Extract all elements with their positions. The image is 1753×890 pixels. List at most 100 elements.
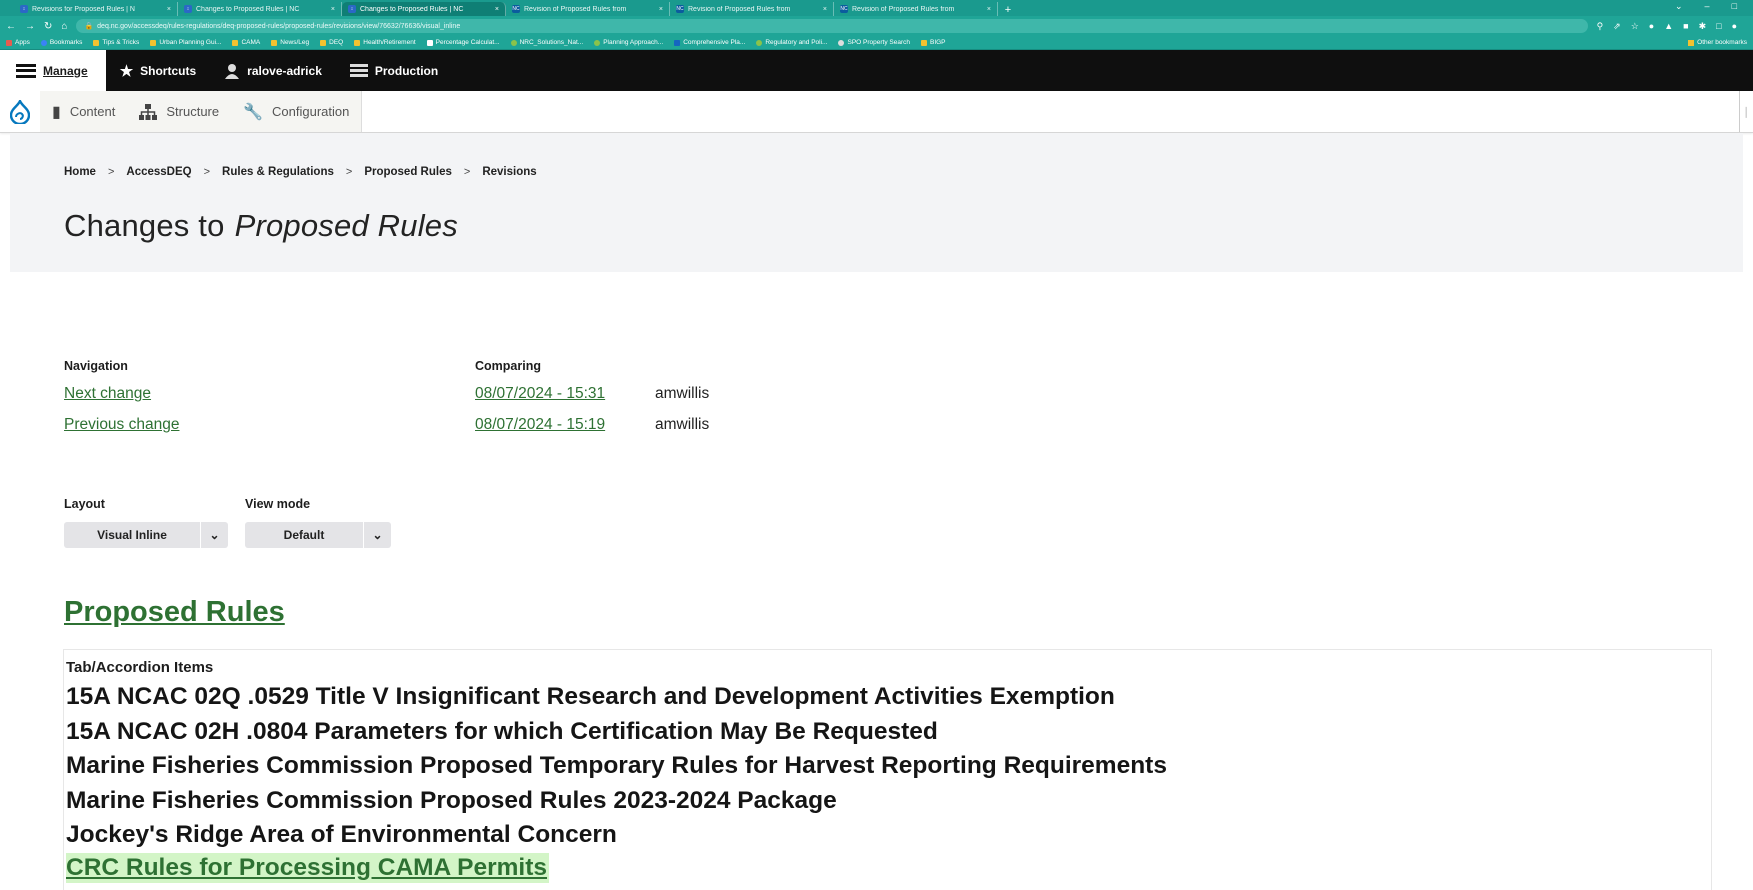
bookmark-folder[interactable]: BIGP	[920, 39, 946, 46]
tab-title: Revision of Proposed Rules from	[688, 5, 791, 13]
drupal-logo[interactable]	[0, 91, 40, 132]
node-title-link[interactable]: Proposed Rules	[64, 596, 285, 629]
url-text[interactable]: deq.nc.gov/accessdeq/rules-regulations/d…	[97, 23, 460, 30]
comparing-label: Comparing	[475, 359, 541, 373]
bookmark-item[interactable]: Regulatory and Poli...	[756, 39, 827, 46]
tray-item-label: Configuration	[272, 104, 350, 119]
sidebar-icon[interactable]: □	[1716, 21, 1721, 32]
folder-icon	[354, 39, 361, 46]
tab-title: Changes to Proposed Rules | NC	[360, 5, 464, 13]
accordion-item-added[interactable]: CRC Rules for Processing CAMA Permits	[66, 852, 550, 883]
view-mode-select[interactable]: Default ⌄	[245, 522, 391, 548]
tab-favicon: ↕	[184, 5, 192, 13]
folder-icon	[1688, 39, 1695, 46]
previous-change-link[interactable]: Previous change	[64, 416, 179, 434]
accordion-item: Marine Fisheries Commission Proposed Rul…	[66, 786, 837, 814]
document-icon: ▮	[52, 103, 61, 121]
bookmark-item[interactable]: SPO Property Search	[838, 39, 910, 46]
environment-button[interactable]: Production	[336, 50, 452, 91]
bookmark-folder[interactable]: DEQ	[320, 39, 343, 46]
bookmark-item[interactable]: NRC_Solutions_Nat...	[510, 39, 583, 46]
puzzle-icon[interactable]: ✱	[1699, 21, 1707, 32]
sigma-icon	[426, 39, 433, 46]
tray-item-configuration[interactable]: 🔧 Configuration	[231, 91, 361, 132]
bookmark-item[interactable]: Comprehensive Pla...	[674, 39, 745, 46]
layout-select[interactable]: Visual Inline ⌄	[64, 522, 228, 548]
window-controls: ⌄ – □	[1675, 1, 1737, 12]
tray-item-content[interactable]: ▮ Content	[40, 91, 127, 132]
profile-avatar-icon[interactable]: ●	[1732, 21, 1737, 32]
back-icon[interactable]: ←	[6, 21, 16, 32]
browser-tab[interactable]: ↕ Changes to Proposed Rules | NC ×	[178, 2, 342, 16]
tray-item-structure[interactable]: Structure	[127, 91, 231, 132]
browser-tab-active[interactable]: ↕ Changes to Proposed Rules | NC ×	[342, 2, 506, 16]
page-title-node: Proposed Rules	[234, 208, 458, 243]
tab-close-icon[interactable]: ×	[823, 6, 827, 13]
breadcrumb-rules-regulations[interactable]: Rules & Regulations	[222, 166, 334, 178]
revision-date-link[interactable]: 08/07/2024 - 15:19	[475, 416, 605, 434]
breadcrumb-separator: >	[345, 166, 353, 178]
user-name: ralove-adrick	[247, 63, 322, 78]
new-tab-button[interactable]: +	[1000, 4, 1016, 16]
bookmark-apps[interactable]: Apps	[6, 39, 30, 46]
page-icon	[674, 39, 681, 46]
tray-orientation-toggle[interactable]: │	[1739, 91, 1753, 132]
leaf-icon	[756, 39, 763, 46]
folder-icon	[150, 39, 157, 46]
extension-icon[interactable]: ■	[1683, 21, 1688, 32]
revision-date-link[interactable]: 08/07/2024 - 15:31	[475, 385, 605, 403]
apps-icon	[6, 39, 12, 46]
chevron-down-icon: ⌄	[200, 522, 228, 548]
leaf-icon	[594, 39, 601, 46]
bookmark-folder[interactable]: News/Leg	[271, 39, 309, 46]
extension-icon[interactable]: ●	[1649, 21, 1654, 32]
browser-tab[interactable]: ↕ Revisions for Proposed Rules | N ×	[14, 2, 178, 16]
tab-close-icon[interactable]: ×	[167, 6, 171, 13]
tab-close-icon[interactable]: ×	[495, 6, 499, 13]
leaf-icon	[510, 39, 517, 46]
browser-tab[interactable]: NC Revision of Proposed Rules from ×	[834, 2, 998, 16]
server-icon	[349, 63, 368, 77]
extension-icon[interactable]: ▲	[1664, 21, 1673, 32]
bookmark-item[interactable]: Percentage Calculat...	[426, 39, 500, 46]
bookmark-folder[interactable]: Urban Planning Gui...	[150, 39, 221, 46]
manage-menu-button[interactable]: Manage	[0, 50, 106, 91]
bookmark-item[interactable]: Bookmarks	[40, 39, 82, 46]
tray-item-label: Content	[69, 104, 116, 119]
next-change-link[interactable]: Next change	[64, 385, 151, 403]
forward-icon[interactable]: →	[25, 21, 35, 32]
tab-close-icon[interactable]: ×	[659, 6, 663, 13]
bookmark-item[interactable]: Planning Approach...	[594, 39, 663, 46]
bookmark-folder[interactable]: CAMA	[232, 39, 260, 46]
tab-search-icon[interactable]: ⌄	[1675, 1, 1683, 12]
breadcrumb-proposed-rules[interactable]: Proposed Rules	[364, 166, 452, 178]
view-mode-select-value: Default	[283, 528, 325, 542]
browser-tab[interactable]: NC Revision of Proposed Rules from ×	[506, 2, 670, 16]
tray-item-label: Structure	[166, 104, 220, 119]
address-bar[interactable]: 🔒 deq.nc.gov/accessdeq/rules-regulations…	[76, 19, 1588, 33]
breadcrumb-revisions[interactable]: Revisions	[482, 166, 536, 178]
accordion-item: Jockey's Ridge Area of Environmental Con…	[66, 821, 617, 848]
tray-menu: ▮ Content Structure 🔧 Configuration	[40, 91, 363, 132]
shortcuts-button[interactable]: ★ Shortcuts	[106, 50, 210, 91]
share-icon[interactable]: ⇗	[1613, 21, 1621, 32]
lock-icon: 🔒	[84, 23, 94, 30]
breadcrumb-home[interactable]: Home	[64, 166, 96, 178]
breadcrumb-accessdeq[interactable]: AccessDEQ	[126, 166, 191, 178]
zoom-icon[interactable]: ⚲	[1597, 21, 1604, 32]
user-menu-button[interactable]: ralove-adrick	[210, 50, 336, 91]
other-bookmarks[interactable]: Other bookmarks	[1688, 39, 1747, 46]
minimize-icon[interactable]: –	[1705, 1, 1710, 12]
reload-icon[interactable]: ↻	[44, 21, 52, 32]
tab-close-icon[interactable]: ×	[331, 6, 335, 13]
home-icon[interactable]: ⌂	[61, 21, 67, 32]
hamburger-icon	[16, 63, 36, 78]
accordion-item: 15A NCAC 02H .0804 Parameters for which …	[66, 717, 938, 745]
bookmark-folder[interactable]: Health/Retirement	[354, 39, 416, 46]
tab-close-icon[interactable]: ×	[987, 6, 991, 13]
bookmark-star-icon[interactable]: ☆	[1631, 21, 1639, 32]
bookmark-folder[interactable]: Tips & Tricks	[93, 39, 139, 46]
breadcrumb-separator: >	[203, 166, 211, 178]
browser-tab[interactable]: NC Revision of Proposed Rules from ×	[670, 2, 834, 16]
maximize-icon[interactable]: □	[1732, 1, 1737, 12]
